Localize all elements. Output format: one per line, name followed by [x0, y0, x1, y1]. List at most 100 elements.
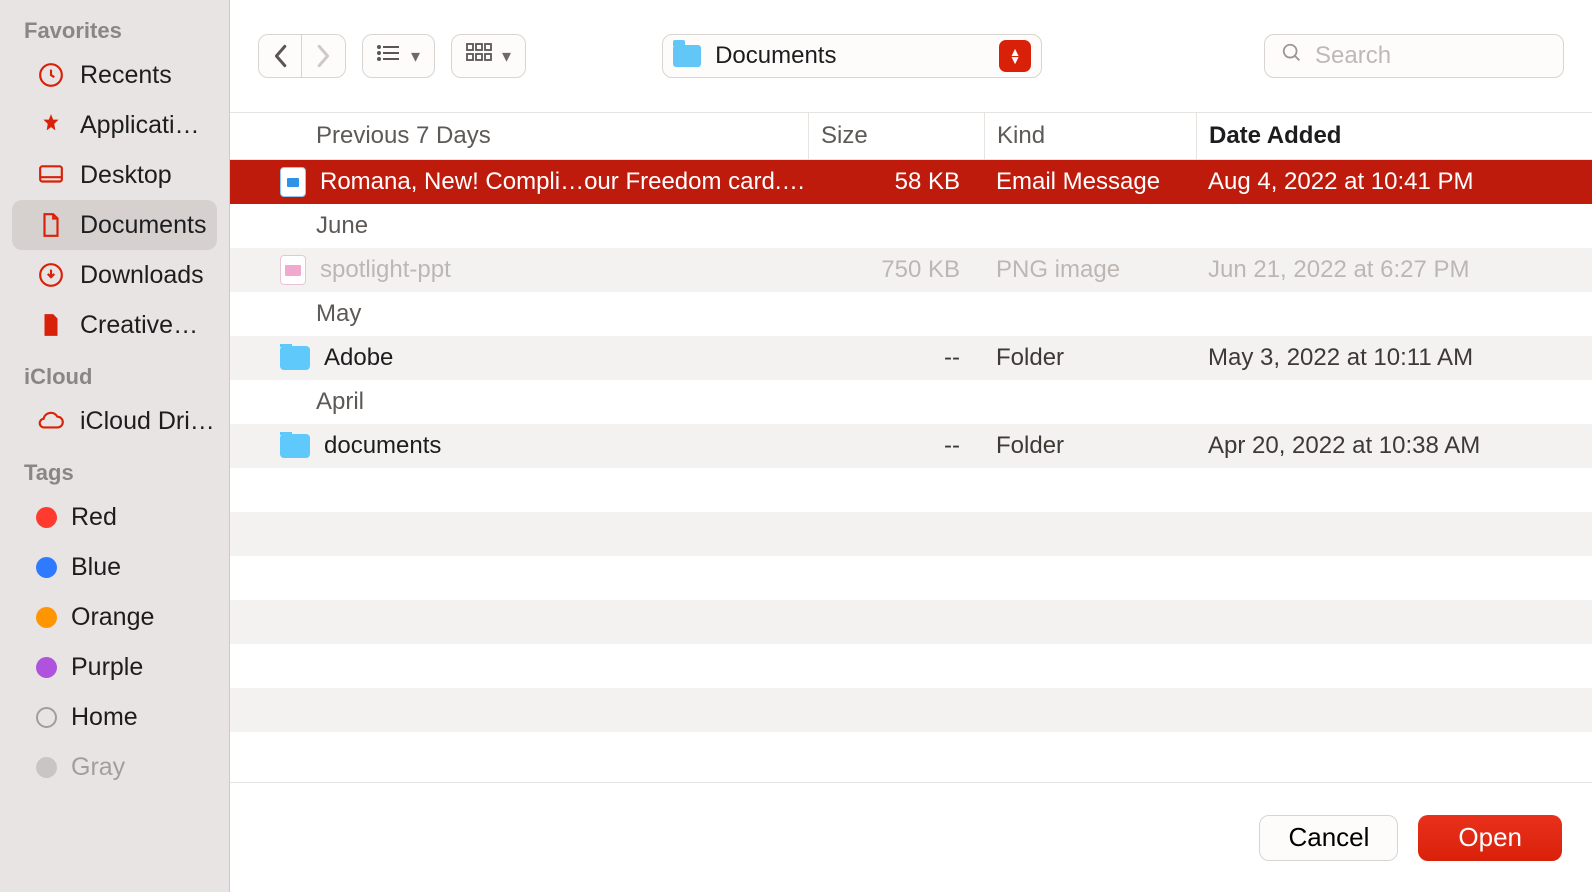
sidebar-item-desktop[interactable]: Desktop [12, 150, 217, 200]
sidebar-section-icloud: iCloud [0, 364, 229, 396]
updown-icon: ▲▼ [999, 40, 1031, 72]
document-icon [36, 210, 66, 240]
location-label: Documents [715, 42, 836, 70]
sidebar-item-label: Blue [71, 553, 121, 582]
desktop-icon [36, 160, 66, 190]
png-icon [280, 255, 306, 285]
sidebar-item-label: iCloud Dri… [80, 407, 215, 436]
toolbar: ▾ ▾ Documents ▲▼ [230, 0, 1592, 112]
empty-row [230, 556, 1592, 600]
tag-dot-icon [36, 607, 57, 628]
file-row[interactable]: spotlight-ppt 750 KB PNG image Jun 21, 2… [230, 248, 1592, 292]
sidebar-tag-home[interactable]: Home [12, 692, 217, 742]
grid-icon [466, 42, 492, 70]
file-date: Jun 21, 2022 at 6:27 PM [1196, 256, 1592, 284]
sidebar-item-label: Gray [71, 753, 125, 782]
group-header: June [230, 204, 1592, 248]
sidebar-item-creative[interactable]: Creative… [12, 300, 217, 350]
file-list[interactable]: Romana, New! Compli…our Freedom card.eml… [230, 160, 1592, 782]
tag-dot-icon [36, 557, 57, 578]
applications-icon [36, 110, 66, 140]
back-button[interactable] [258, 34, 302, 78]
sidebar-tag-gray[interactable]: Gray [12, 742, 217, 792]
sidebar-tag-orange[interactable]: Orange [12, 592, 217, 642]
tag-dot-icon [36, 507, 57, 528]
empty-row [230, 512, 1592, 556]
sidebar-tag-blue[interactable]: Blue [12, 542, 217, 592]
empty-row [230, 644, 1592, 688]
file-date: May 3, 2022 at 10:11 AM [1196, 344, 1592, 372]
file-icon [36, 310, 66, 340]
empty-row [230, 688, 1592, 732]
folder-icon [673, 45, 701, 67]
view-list-button[interactable]: ▾ [362, 34, 435, 78]
sidebar-section-tags: Tags [0, 460, 229, 492]
sidebar-item-recents[interactable]: Recents [12, 50, 217, 100]
file-kind: Folder [984, 344, 1196, 372]
open-button[interactable]: Open [1418, 815, 1562, 861]
clock-icon [36, 60, 66, 90]
sidebar-tag-red[interactable]: Red [12, 492, 217, 542]
list-icon [377, 42, 401, 70]
file-size: -- [808, 344, 984, 372]
sidebar-item-icloud-drive[interactable]: iCloud Dri… [12, 396, 217, 446]
sidebar-item-label: Creative… [80, 311, 198, 340]
file-name: Adobe [324, 344, 393, 372]
file-row[interactable]: Romana, New! Compli…our Freedom card.eml… [230, 160, 1592, 204]
tag-dot-icon [36, 707, 57, 728]
sidebar: Favorites Recents Applicati… Desktop Doc… [0, 0, 230, 892]
file-size: -- [808, 432, 984, 460]
sidebar-section-favorites: Favorites [0, 18, 229, 50]
file-size: 750 KB [808, 256, 984, 284]
sidebar-item-label: Documents [80, 211, 206, 240]
file-kind: Email Message [984, 168, 1196, 196]
search-input[interactable] [1315, 42, 1547, 70]
sidebar-item-label: Orange [71, 603, 154, 632]
sidebar-tag-purple[interactable]: Purple [12, 642, 217, 692]
column-header-row: Previous 7 Days Size Kind Date Added [230, 112, 1592, 160]
search-field[interactable] [1264, 34, 1564, 78]
group-by-button[interactable]: ▾ [451, 34, 526, 78]
chevron-down-icon: ▾ [411, 46, 420, 67]
location-popup[interactable]: Documents ▲▼ [662, 34, 1042, 78]
file-size: 58 KB [808, 168, 984, 196]
sidebar-item-downloads[interactable]: Downloads [12, 250, 217, 300]
cancel-button[interactable]: Cancel [1259, 815, 1398, 861]
sidebar-item-label: Red [71, 503, 117, 532]
tag-dot-icon [36, 757, 57, 778]
empty-row [230, 600, 1592, 644]
sidebar-item-applications[interactable]: Applicati… [12, 100, 217, 150]
column-header-size[interactable]: Size [808, 113, 984, 159]
cloud-icon [36, 406, 66, 436]
sidebar-item-label: Downloads [80, 261, 204, 290]
tag-dot-icon [36, 657, 57, 678]
folder-icon [280, 346, 310, 370]
empty-row [230, 468, 1592, 512]
file-date: Apr 20, 2022 at 10:38 AM [1196, 432, 1592, 460]
sidebar-item-label: Home [71, 703, 138, 732]
file-date: Aug 4, 2022 at 10:41 PM [1196, 168, 1592, 196]
forward-button[interactable] [302, 34, 346, 78]
file-kind: Folder [984, 432, 1196, 460]
sidebar-item-documents[interactable]: Documents [12, 200, 217, 250]
column-header-kind[interactable]: Kind [984, 113, 1196, 159]
sidebar-item-label: Purple [71, 653, 143, 682]
file-row[interactable]: documents -- Folder Apr 20, 2022 at 10:3… [230, 424, 1592, 468]
eml-icon [280, 167, 306, 197]
file-name: spotlight-ppt [320, 256, 451, 284]
sidebar-item-label: Desktop [80, 161, 172, 190]
group-header: April [230, 380, 1592, 424]
file-row[interactable]: Adobe -- Folder May 3, 2022 at 10:11 AM [230, 336, 1592, 380]
file-name: documents [324, 432, 441, 460]
main-panel: ▾ ▾ Documents ▲▼ [230, 0, 1592, 892]
sidebar-item-label: Recents [80, 61, 172, 90]
search-icon [1281, 42, 1303, 71]
column-header-date[interactable]: Date Added [1196, 113, 1592, 159]
sidebar-item-label: Applicati… [80, 111, 200, 140]
folder-icon [280, 434, 310, 458]
group-header: May [230, 292, 1592, 336]
chevron-down-icon: ▾ [502, 46, 511, 67]
dialog-footer: Cancel Open [230, 782, 1592, 892]
download-icon [36, 260, 66, 290]
column-header-name[interactable]: Previous 7 Days [230, 113, 808, 159]
